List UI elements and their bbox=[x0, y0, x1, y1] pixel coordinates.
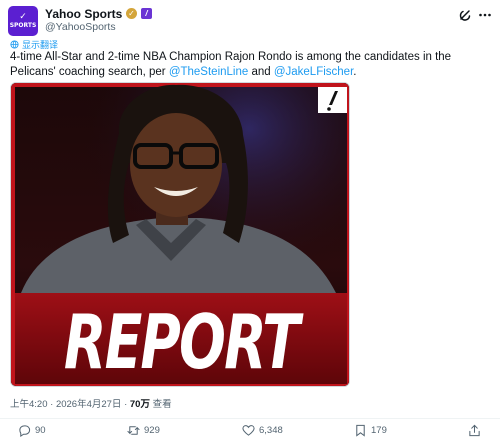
repost-icon bbox=[127, 426, 140, 435]
mention-link[interactable]: @TheSteinLine bbox=[169, 66, 248, 78]
reply-button[interactable]: 90 bbox=[18, 424, 46, 437]
post-date[interactable]: 2026年4月27日 bbox=[56, 399, 121, 410]
post-header: ✓ SPORTS Yahoo Sports ✓ / @YahooSports bbox=[8, 6, 492, 36]
bookmark-count: 179 bbox=[371, 425, 387, 436]
post-meta: 上午4:20 · 2026年4月27日 · 70万 查看 bbox=[10, 396, 172, 410]
post-text: 4-time All-Star and 2-time NBA Champion … bbox=[10, 50, 490, 79]
meta-separator: · bbox=[121, 399, 130, 410]
more-options-icon[interactable] bbox=[478, 8, 492, 22]
post-media[interactable]: REPORT bbox=[10, 82, 350, 387]
verified-badge-icon: ✓ bbox=[126, 8, 137, 19]
like-count: 6,348 bbox=[259, 425, 283, 436]
author-display-name[interactable]: Yahoo Sports bbox=[45, 7, 122, 21]
media-image: REPORT bbox=[11, 83, 349, 387]
post-time[interactable]: 上午4:20 bbox=[10, 399, 48, 410]
affiliate-badge-icon: / bbox=[141, 8, 152, 19]
avatar[interactable]: ✓ SPORTS bbox=[8, 6, 38, 36]
heart-icon bbox=[242, 425, 255, 436]
share-button[interactable] bbox=[468, 424, 481, 437]
avatar-label: SPORTS bbox=[9, 22, 37, 29]
translate-label: 显示翻译 bbox=[22, 39, 59, 50]
bookmark-button[interactable]: 179 bbox=[354, 424, 387, 437]
grok-icon[interactable] bbox=[458, 8, 472, 22]
translate-link[interactable]: 显示翻译 bbox=[10, 38, 58, 50]
views-count: 70万 bbox=[129, 399, 150, 410]
media-overlay-text: REPORT bbox=[64, 299, 304, 387]
bookmark-icon bbox=[356, 424, 365, 437]
like-button[interactable]: 6,348 bbox=[242, 424, 283, 437]
action-bar: 90 929 6,348 179 bbox=[0, 418, 500, 440]
post-text-part: and bbox=[248, 65, 274, 78]
post-text-part: . bbox=[353, 65, 357, 78]
globe-icon bbox=[10, 39, 19, 49]
meta-separator: · bbox=[47, 399, 56, 410]
repost-count: 929 bbox=[144, 425, 160, 436]
repost-button[interactable]: 929 bbox=[127, 424, 160, 437]
reply-count: 90 bbox=[35, 425, 46, 436]
reply-icon bbox=[19, 425, 31, 437]
views-label: 查看 bbox=[152, 399, 172, 410]
author-handle[interactable]: @YahooSports bbox=[45, 21, 116, 33]
share-icon bbox=[469, 424, 480, 437]
mention-link[interactable]: @JakeLFischer bbox=[274, 66, 353, 78]
